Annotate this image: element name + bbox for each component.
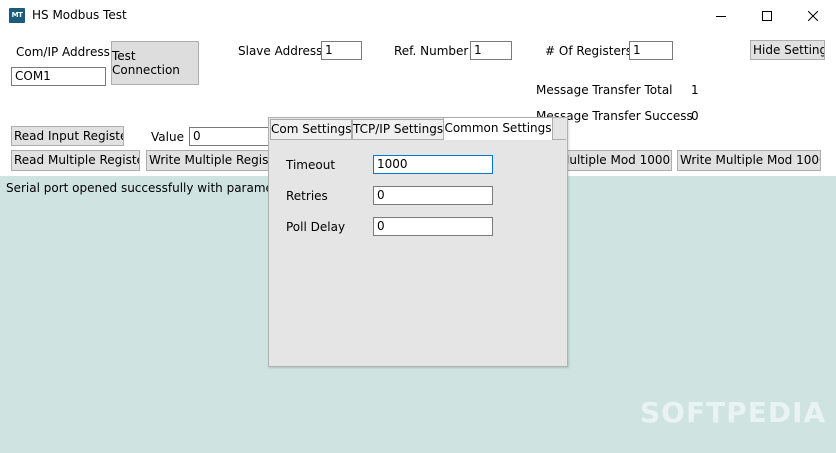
ref-number-input[interactable]: 1 bbox=[470, 41, 512, 60]
value-input[interactable]: 0 bbox=[189, 127, 274, 146]
value-label: Value bbox=[151, 130, 184, 144]
write-multiple-registers-button[interactable]: Write Multiple Registers bbox=[146, 150, 273, 171]
ref-number-label: Ref. Number bbox=[394, 44, 469, 58]
title-bar: MT HS Modbus Test bbox=[0, 0, 836, 31]
maximize-icon bbox=[762, 10, 772, 21]
minimize-icon bbox=[716, 15, 726, 17]
minimize-button[interactable] bbox=[698, 0, 744, 31]
softpedia-watermark: SOFTPEDIA bbox=[640, 396, 827, 429]
write-multiple-mod-button[interactable]: Write Multiple Mod 10000 bbox=[677, 150, 821, 171]
maximize-button[interactable] bbox=[744, 0, 790, 31]
hide-settings-button[interactable]: Hide Settings bbox=[750, 40, 825, 60]
close-button[interactable] bbox=[790, 0, 836, 31]
timeout-input[interactable]: 1000 bbox=[373, 155, 493, 174]
poll-delay-label: Poll Delay bbox=[286, 220, 346, 234]
tab-tcpip-settings[interactable]: TCP/IP Settings bbox=[352, 119, 444, 139]
window-title: HS Modbus Test bbox=[32, 8, 127, 22]
retries-input[interactable]: 0 bbox=[373, 186, 493, 205]
common-settings-content: Timeout 1000 Retries 0 Poll Delay 0 bbox=[270, 139, 566, 365]
tab-com-settings[interactable]: Com Settings bbox=[270, 119, 352, 139]
read-multiple-registers-button[interactable]: Read Multiple Registers bbox=[11, 150, 140, 171]
app-icon: MT bbox=[9, 8, 25, 23]
log-text: Serial port opened successfully with par… bbox=[6, 181, 296, 195]
com-ip-label: Com/IP Address bbox=[16, 45, 110, 59]
com-ip-input[interactable]: COM1 bbox=[11, 67, 106, 86]
read-input-registers-button[interactable]: Read Input Registers bbox=[11, 126, 124, 146]
transfer-success-value: 0 bbox=[691, 109, 699, 123]
num-registers-input[interactable]: 1 bbox=[629, 41, 673, 60]
transfer-total-label: Message Transfer Total bbox=[536, 83, 673, 97]
timeout-label: Timeout bbox=[286, 158, 336, 172]
retries-label: Retries bbox=[286, 189, 328, 203]
test-connection-button[interactable]: Test Connection bbox=[111, 41, 199, 85]
slave-address-input[interactable]: 1 bbox=[321, 41, 362, 60]
read-multiple-mod-button[interactable]: Multiple Mod 10000 bbox=[556, 150, 672, 171]
num-registers-label: # Of Registers bbox=[545, 44, 633, 58]
slave-address-label: Slave Address bbox=[238, 44, 323, 58]
close-icon bbox=[808, 10, 818, 21]
transfer-total-value: 1 bbox=[691, 83, 699, 97]
tab-common-settings[interactable]: Common Settings bbox=[443, 117, 553, 140]
poll-delay-input[interactable]: 0 bbox=[373, 217, 493, 236]
